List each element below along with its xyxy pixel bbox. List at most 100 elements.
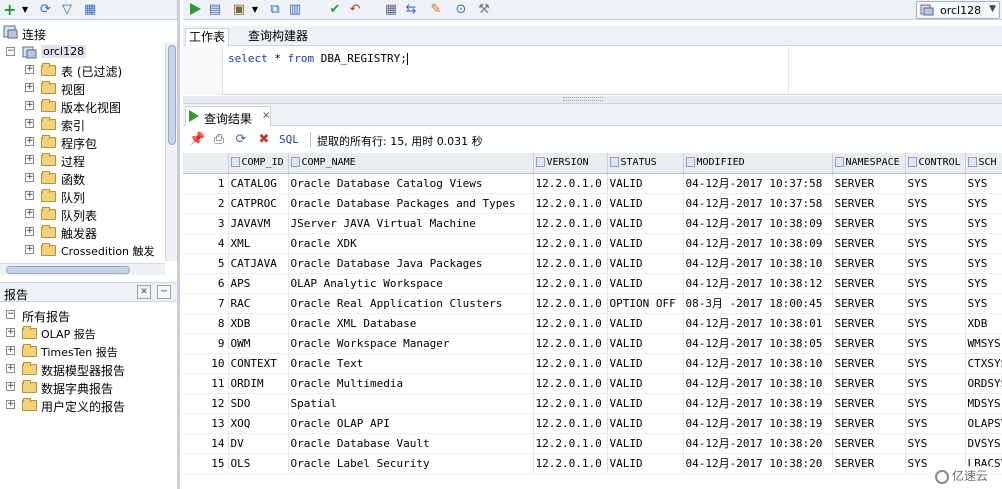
table-cell[interactable]: CTXSYS	[965, 353, 1002, 374]
table-cell[interactable]: XDB	[965, 313, 1002, 334]
table-cell[interactable]: SERVER	[832, 433, 906, 454]
table-cell[interactable]: Oracle Real Application Clusters	[288, 293, 534, 314]
table-cell[interactable]: OLAPSYS	[965, 413, 1002, 434]
table-cell[interactable]: SERVER	[832, 453, 906, 474]
table-cell[interactable]: 04-12月-2017 10:38:20	[683, 453, 833, 474]
table-cell[interactable]: XOQ	[228, 413, 289, 434]
close-icon[interactable]: ×	[262, 110, 270, 121]
table-cell[interactable]: OLS	[228, 453, 289, 474]
table-cell[interactable]: 12.2.0.1.0	[533, 253, 608, 274]
table-cell[interactable]: Oracle Database Vault	[288, 433, 534, 454]
table-cell[interactable]: CATJAVA	[228, 253, 289, 274]
table-row[interactable]: 10 CONTEXT Oracle Text 12.2.0.1.0 VALID 04-12…	[183, 353, 1002, 374]
table-cell[interactable]: DV	[228, 433, 289, 454]
table-cell[interactable]: 12.2.0.1.0	[533, 313, 608, 334]
table-cell[interactable]: 04-12月-2017 10:38:09	[683, 213, 833, 234]
table-cell[interactable]: OPTION OFF	[607, 293, 684, 314]
table-cell[interactable]: OWM	[228, 333, 289, 354]
tree-item-views[interactable]: + 视图	[0, 79, 165, 97]
tree-item-tables[interactable]: + 表 (已过滤)	[0, 61, 165, 79]
table-cell[interactable]: SYS	[905, 413, 966, 434]
scroll-thumb[interactable]	[168, 45, 176, 145]
table-cell[interactable]: SYS	[905, 373, 966, 394]
column-header[interactable]: STATUS	[607, 153, 684, 174]
tree-item-data-modeler-reports[interactable]: + 数据模型器报告	[0, 360, 165, 378]
table-cell[interactable]: SYS	[905, 353, 966, 374]
scroll-thumb[interactable]	[6, 266, 130, 274]
table-cell[interactable]: VALID	[607, 213, 684, 234]
table-row[interactable]: 6 APS OLAP Analytic Workspace 12.2.0.1.0 VAL…	[183, 273, 1002, 294]
table-cell[interactable]: SYS	[965, 213, 1002, 234]
table-cell[interactable]: SDO	[228, 393, 289, 414]
table-row[interactable]: 5 CATJAVA Oracle Database Java Packages 12.…	[183, 253, 1002, 274]
table-cell[interactable]: SYS	[905, 233, 966, 254]
refresh-icon[interactable]: ⟳	[40, 2, 51, 18]
column-header[interactable]: VERSION	[533, 153, 608, 174]
table-cell[interactable]: 04-12月-2017 10:38:05	[683, 333, 833, 354]
sql-tuning-icon[interactable]: ▥	[287, 2, 303, 18]
table-cell[interactable]: SERVER	[832, 313, 906, 334]
table-cell[interactable]: 12.2.0.1.0	[533, 273, 608, 294]
monitor-icon[interactable]: ⊙	[453, 2, 469, 18]
table-cell[interactable]: SERVER	[832, 233, 906, 254]
table-cell[interactable]: SYS	[965, 173, 1002, 194]
restore-icon[interactable]: ✕	[137, 285, 151, 299]
table-cell[interactable]: 12.2.0.1.0	[533, 413, 608, 434]
table-cell[interactable]: Oracle XML Database	[288, 313, 534, 334]
table-cell[interactable]: SYS	[965, 193, 1002, 214]
cancel-icon[interactable]: ✖	[256, 132, 272, 148]
tools-icon[interactable]: ⚒	[476, 2, 492, 18]
table-row[interactable]: 14 DV Oracle Database Vault 12.2.0.1.0 VALID…	[183, 433, 1002, 454]
table-cell[interactable]: VALID	[607, 353, 684, 374]
editor-results-splitter[interactable]	[183, 96, 1002, 104]
table-cell[interactable]: Oracle OLAP API	[288, 413, 534, 434]
table-cell[interactable]: MDSYS	[965, 393, 1002, 414]
filter-icon[interactable]: ▽	[62, 2, 72, 18]
table-cell[interactable]: SYS	[905, 253, 966, 274]
table-cell[interactable]: CATALOG	[228, 173, 289, 194]
table-cell[interactable]: 12.2.0.1.0	[533, 373, 608, 394]
refresh-icon[interactable]: ⟳	[233, 132, 249, 148]
table-cell[interactable]: 04-12月-2017 10:37:58	[683, 193, 833, 214]
table-cell[interactable]: Oracle Text	[288, 353, 534, 374]
table-cell[interactable]: 04-12月-2017 10:38:09	[683, 233, 833, 254]
table-cell[interactable]: 04-12月-2017 10:38:10	[683, 253, 833, 274]
table-row[interactable]: 8 XDB Oracle XML Database 12.2.0.1.0 VALID 04…	[183, 313, 1002, 334]
table-cell[interactable]: 12.2.0.1.0	[533, 213, 608, 234]
table-cell[interactable]: ORDIM	[228, 373, 289, 394]
table-cell[interactable]: SERVER	[832, 353, 906, 374]
tree-item-indexes[interactable]: + 索引	[0, 115, 165, 133]
table-cell[interactable]: Spatial	[288, 393, 534, 414]
print-icon[interactable]: ⎙	[211, 132, 227, 148]
clear-eraser-icon[interactable]: ✎	[428, 2, 444, 18]
table-cell[interactable]: SYS	[905, 213, 966, 234]
schema-browser-icon[interactable]: ▦	[84, 2, 96, 18]
commit-icon[interactable]: ✔	[327, 2, 343, 18]
table-cell[interactable]: SERVER	[832, 373, 906, 394]
table-row[interactable]: 9 OWM Oracle Workspace Manager 12.2.0.1.0 VA…	[183, 333, 1002, 354]
autotrace-icon[interactable]: ▣	[231, 2, 247, 18]
table-row[interactable]: 4 XML Oracle XDK 12.2.0.1.0 VALID 04-12月-2017…	[183, 233, 1002, 254]
tree-item-packages[interactable]: + 程序包	[0, 133, 165, 151]
table-cell[interactable]: SERVER	[832, 333, 906, 354]
rollback-icon[interactable]: ↶	[347, 2, 363, 18]
table-cell[interactable]: Oracle Database Packages and Types	[288, 193, 534, 214]
dropdown-arrow-icon[interactable]: ▼	[22, 2, 28, 18]
table-cell[interactable]: 04-12月-2017 10:38:10	[683, 373, 833, 394]
tree-item-connection[interactable]: − orcl128	[0, 43, 165, 61]
connection-selector[interactable]: orcl128 ▼	[916, 1, 1000, 19]
table-cell[interactable]: 04-12月-2017 10:38:10	[683, 353, 833, 374]
sql-editor[interactable]: select * from DBA_REGISTRY;	[183, 47, 1002, 95]
table-cell[interactable]: SYS	[905, 433, 966, 454]
table-cell[interactable]: 12.2.0.1.0	[533, 453, 608, 474]
table-cell[interactable]: SERVER	[832, 193, 906, 214]
table-cell[interactable]: 12.2.0.1.0	[533, 233, 608, 254]
table-cell[interactable]: 04-12月-2017 10:38:19	[683, 413, 833, 434]
table-cell[interactable]: 04-12月-2017 10:38:01	[683, 313, 833, 334]
table-cell[interactable]: Oracle Database Java Packages	[288, 253, 534, 274]
table-cell[interactable]: VALID	[607, 453, 684, 474]
table-cell[interactable]: VALID	[607, 373, 684, 394]
table-cell[interactable]: 04-12月-2017 10:37:58	[683, 173, 833, 194]
table-cell[interactable]: DVSYS	[965, 433, 1002, 454]
tree-item-queue-tables[interactable]: + 队列表	[0, 205, 165, 223]
